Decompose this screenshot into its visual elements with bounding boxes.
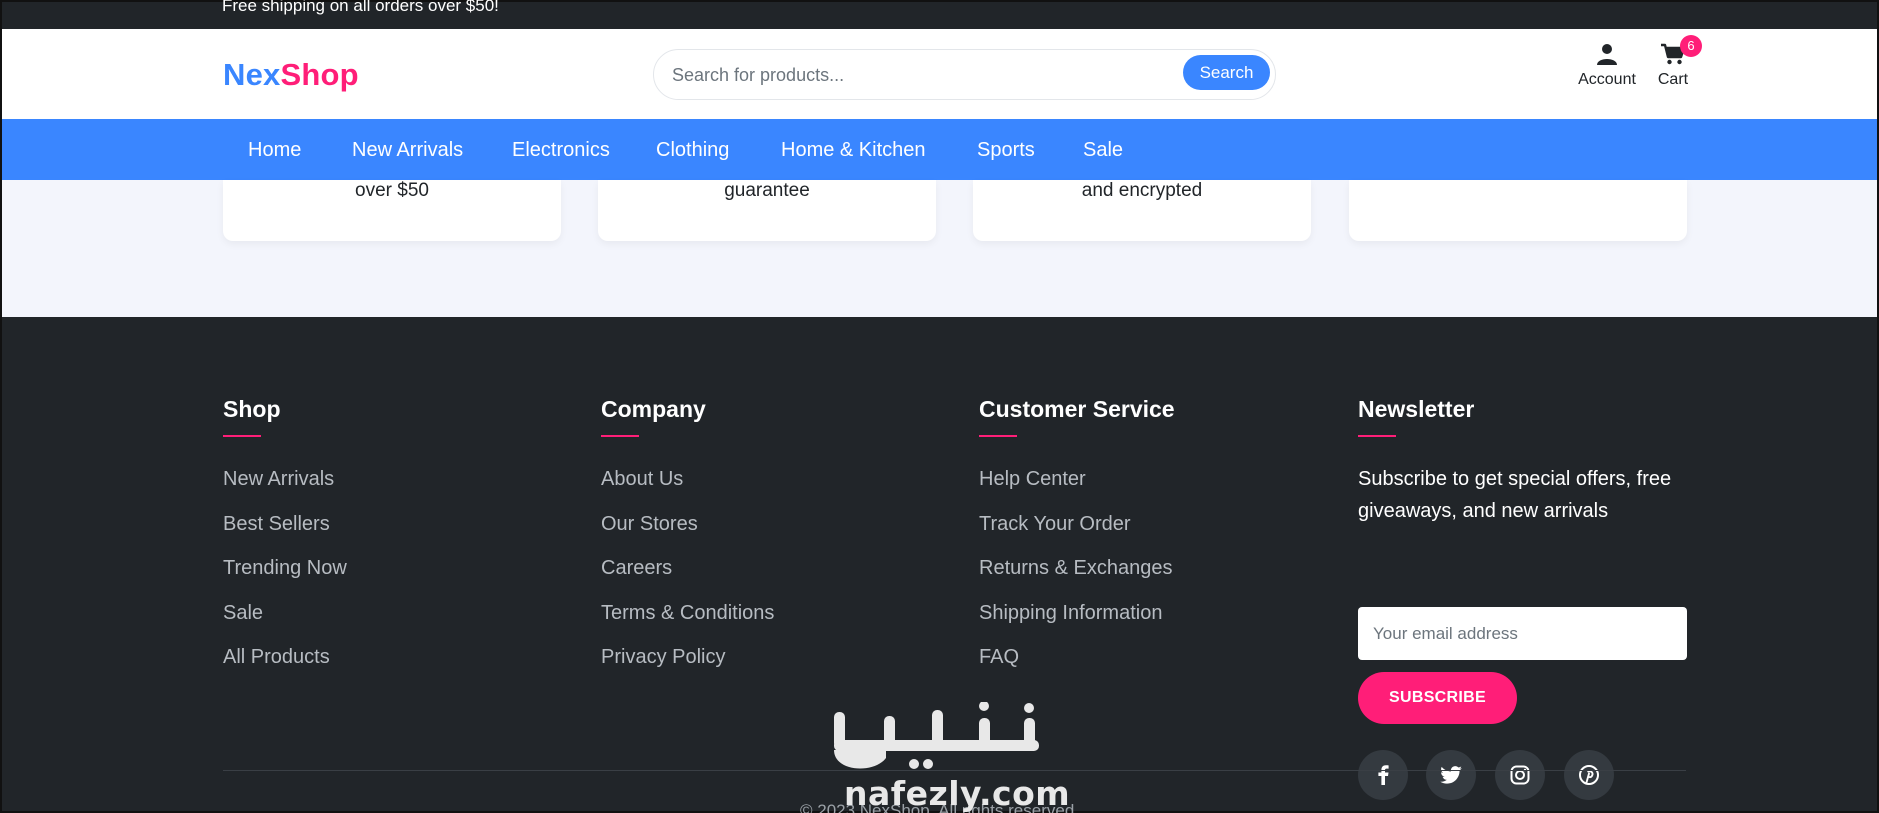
feature-text: and encrypted bbox=[1081, 180, 1203, 201]
newsletter-email-input[interactable] bbox=[1358, 607, 1687, 660]
footer-column-title: Customer Service bbox=[979, 396, 1175, 422]
nav-item-sale[interactable]: Sale bbox=[1083, 139, 1123, 162]
footer-link[interactable]: All Products bbox=[223, 646, 330, 668]
footer-column-newsletter: Newsletter Subscribe to get special offe… bbox=[1358, 396, 1688, 813]
footer-column-shop: Shop New Arrivals Best Sellers Trending … bbox=[223, 396, 347, 691]
watermark: nafezly.com bbox=[814, 701, 1070, 813]
account-link[interactable]: Account bbox=[1577, 43, 1637, 89]
footer-column-title: Shop bbox=[223, 396, 281, 422]
cart-link[interactable]: Cart 6 bbox=[1652, 35, 1702, 89]
nav-item-home[interactable]: Home bbox=[248, 139, 301, 162]
twitter-icon bbox=[1440, 766, 1462, 784]
title-underline bbox=[601, 435, 639, 437]
announcement-bar: Free shipping on all orders over $50! bbox=[2, 0, 1877, 29]
twitter-link[interactable] bbox=[1426, 750, 1476, 800]
features-section: over $50 guarantee and encrypted bbox=[2, 180, 1877, 317]
feature-text: guarantee bbox=[724, 180, 810, 201]
footer-link[interactable]: Sale bbox=[223, 602, 263, 624]
footer-column-customer-service: Customer Service Help Center Track Your … bbox=[979, 396, 1175, 691]
newsletter-text: Subscribe to get special offers, free gi… bbox=[1358, 468, 1672, 522]
footer-link[interactable]: Careers bbox=[601, 557, 672, 579]
footer-link[interactable]: Help Center bbox=[979, 468, 1086, 490]
social-links bbox=[1358, 750, 1658, 800]
title-underline bbox=[223, 435, 261, 437]
feature-card-secure: and encrypted bbox=[973, 180, 1311, 241]
footer-link[interactable]: Privacy Policy bbox=[601, 646, 725, 668]
footer-link[interactable]: New Arrivals bbox=[223, 468, 334, 490]
watermark-logo-arabic bbox=[834, 701, 1039, 769]
nav-item-home-kitchen[interactable]: Home & Kitchen bbox=[781, 139, 926, 162]
subscribe-button[interactable]: SUBSCRIBE bbox=[1358, 672, 1517, 724]
title-underline bbox=[979, 435, 1017, 437]
footer-link[interactable]: Our Stores bbox=[601, 513, 698, 535]
watermark-domain: nafezly.com bbox=[844, 774, 1071, 813]
nav-item-sports[interactable]: Sports bbox=[977, 139, 1035, 162]
search-bar: Search bbox=[653, 49, 1276, 100]
facebook-icon bbox=[1378, 765, 1389, 785]
feature-card-support bbox=[1349, 180, 1687, 241]
cart-label: Cart bbox=[1657, 71, 1689, 88]
cart-count-badge: 6 bbox=[1680, 35, 1702, 57]
pinterest-icon bbox=[1579, 765, 1599, 785]
logo[interactable]: NexShop bbox=[223, 57, 359, 93]
footer-link[interactable]: FAQ bbox=[979, 646, 1019, 668]
footer-link[interactable]: Shipping Information bbox=[979, 602, 1162, 624]
footer-link[interactable]: Best Sellers bbox=[223, 513, 330, 535]
announcement-text: Free shipping on all orders over $50! bbox=[222, 0, 499, 15]
pinterest-link[interactable] bbox=[1564, 750, 1614, 800]
account-label: Account bbox=[1578, 71, 1636, 88]
footer-column-company: Company About Us Our Stores Careers Term… bbox=[601, 396, 774, 691]
feature-text: over $50 bbox=[355, 180, 429, 201]
site-header: NexShop Search Account Cart 6 bbox=[2, 29, 1877, 119]
footer-link[interactable]: About Us bbox=[601, 468, 683, 490]
logo-part-nex: Nex bbox=[223, 57, 281, 92]
logo-part-shop: Shop bbox=[280, 57, 359, 92]
user-icon bbox=[1597, 44, 1617, 65]
nav-item-new-arrivals[interactable]: New Arrivals bbox=[352, 139, 463, 162]
footer-link[interactable]: Trending Now bbox=[223, 557, 347, 579]
main-nav: Home New Arrivals Electronics Clothing H… bbox=[2, 119, 1877, 180]
facebook-link[interactable] bbox=[1358, 750, 1408, 800]
footer-column-title: Newsletter bbox=[1358, 396, 1475, 422]
feature-card-shipping: over $50 bbox=[223, 180, 561, 241]
nav-item-clothing[interactable]: Clothing bbox=[656, 139, 729, 162]
nav-item-electronics[interactable]: Electronics bbox=[512, 139, 610, 162]
title-underline bbox=[1358, 435, 1396, 437]
footer-link[interactable]: Returns & Exchanges bbox=[979, 557, 1172, 579]
footer-column-title: Company bbox=[601, 396, 706, 422]
footer-link[interactable]: Terms & Conditions bbox=[601, 602, 774, 624]
feature-card-guarantee: guarantee bbox=[598, 180, 936, 241]
search-button[interactable]: Search bbox=[1183, 55, 1270, 90]
footer-link[interactable]: Track Your Order bbox=[979, 513, 1131, 535]
instagram-link[interactable] bbox=[1495, 750, 1545, 800]
instagram-icon bbox=[1510, 765, 1530, 785]
search-input[interactable] bbox=[672, 62, 1142, 88]
